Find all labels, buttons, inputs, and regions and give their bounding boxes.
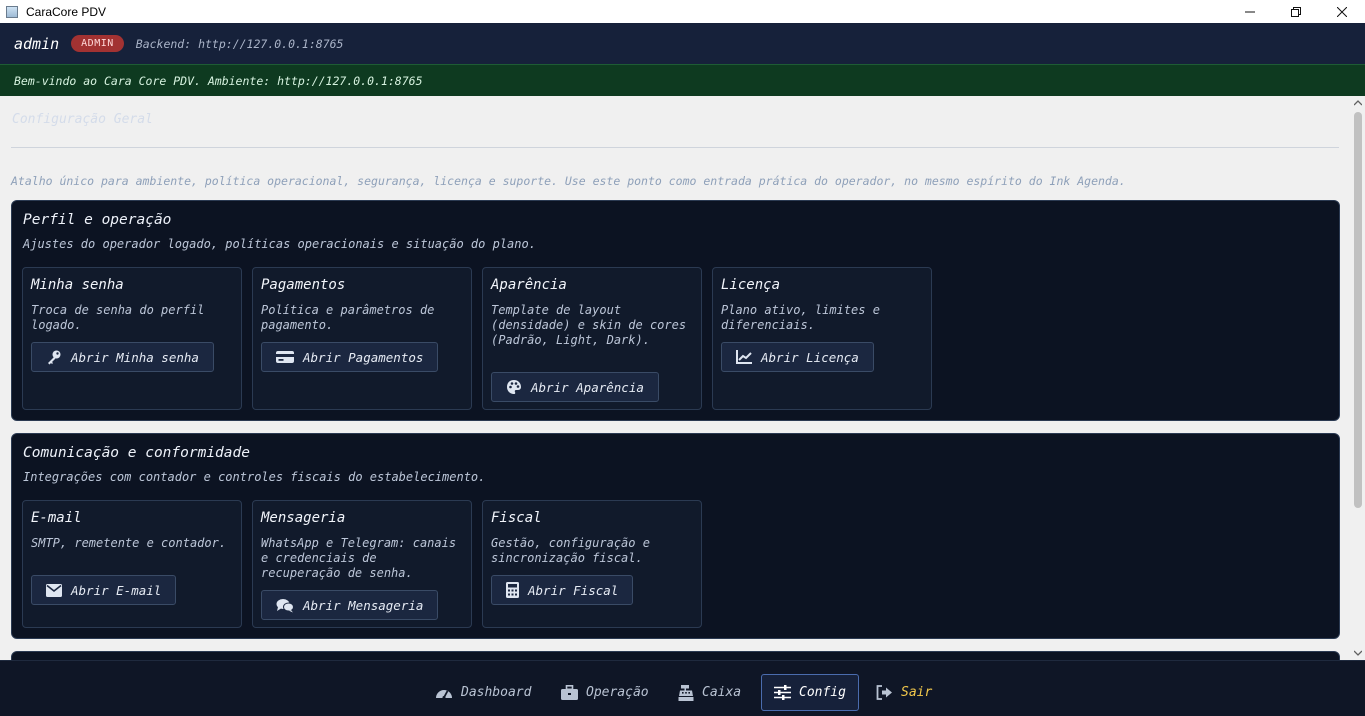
nav-dashboard[interactable]: Dashboard: [423, 674, 543, 711]
card-description: SMTP, remetente e contador.: [31, 536, 227, 550]
nav-label: Config: [799, 685, 846, 700]
button-label: Abrir Fiscal: [528, 582, 619, 598]
open-aparencia-button[interactable]: Abrir Aparência: [491, 372, 659, 402]
section-description: Integrações com contador e controles fis…: [23, 470, 486, 484]
scroll-up-icon: [1354, 100, 1362, 106]
close-icon: [1337, 6, 1347, 17]
button-label: Abrir Aparência: [531, 379, 644, 395]
card-title: Pagamentos: [261, 277, 346, 293]
scroll-down-icon: [1354, 650, 1362, 656]
user-name: admin: [14, 34, 60, 53]
button-label: Abrir Pagamentos: [303, 349, 424, 365]
backend-url: Backend: http://127.0.0.1:8765: [135, 36, 344, 51]
section-comunicacao-conformidade: Comunicação e conformidade Integrações c…: [11, 433, 1340, 639]
cash-register-icon: [678, 684, 694, 701]
open-mensageria-button[interactable]: Abrir Mensageria: [261, 590, 439, 620]
open-minha-senha-button[interactable]: Abrir Minha senha: [31, 342, 214, 372]
key-icon: [48, 350, 61, 365]
page-title: Configuração Geral: [12, 112, 153, 127]
palette-icon: [507, 380, 521, 394]
card-description: Plano ativo, limites e diferenciais.: [721, 303, 880, 332]
divider: [11, 147, 1339, 148]
card-aparencia: Aparência Template de layout (densidade)…: [482, 267, 702, 410]
briefcase-icon: [561, 685, 578, 700]
envelope-icon: [46, 583, 62, 597]
nav-caixa[interactable]: Caixa: [666, 674, 753, 711]
nav-sair[interactable]: Sair: [864, 674, 944, 711]
card-title: Licença: [721, 277, 781, 293]
chart-line-icon: [736, 350, 752, 364]
window-titlebar: CaraCore PDV: [0, 0, 1365, 23]
restore-button[interactable]: [1273, 0, 1319, 23]
sliders-icon: [774, 685, 791, 700]
comments-icon: [276, 598, 294, 612]
window-title: CaraCore PDV: [26, 4, 107, 19]
content-scrollbar[interactable]: [1351, 96, 1365, 660]
app-header: admin ADMIN Backend: http://127.0.0.1:87…: [0, 23, 1365, 64]
role-badge: ADMIN: [71, 35, 124, 52]
button-label: Abrir Mensageria: [303, 597, 424, 613]
nav-label: Caixa: [702, 685, 742, 700]
close-button[interactable]: [1319, 0, 1365, 23]
welcome-banner: Bem-vindo ao Cara Core PDV. Ambiente: ht…: [0, 64, 1365, 96]
nav-label: Operação: [586, 685, 649, 700]
open-email-button[interactable]: Abrir E-mail: [31, 575, 177, 605]
section-description: Ajustes do operador logado, políticas op…: [23, 237, 536, 251]
card-title: Minha senha: [31, 277, 124, 293]
nav-label: Sair: [901, 685, 933, 700]
card-email: E-mail SMTP, remetente e contador. Abrir…: [22, 500, 242, 628]
card-licenca: Licença Plano ativo, limites e diferenci…: [712, 267, 932, 410]
card-description: Troca de senha do perfil logado.: [31, 303, 205, 332]
app-icon: [6, 5, 18, 18]
section-next: [11, 651, 1340, 660]
card-title: Fiscal: [491, 510, 542, 526]
credit-card-icon: [276, 351, 294, 363]
card-mensageria: Mensageria WhatsApp e Telegram: canais e…: [252, 500, 472, 628]
card-title: E-mail: [31, 510, 82, 526]
card-description: Gestão, configuração e sincronização fis…: [491, 536, 650, 565]
nav-operacao[interactable]: Operação: [549, 674, 661, 711]
section-perfil-operacao: Perfil e operação Ajustes do operador lo…: [11, 200, 1340, 421]
main-content: Configuração Geral Atalho único para amb…: [0, 96, 1351, 660]
nav-label: Dashboard: [461, 685, 532, 700]
card-minha-senha: Minha senha Troca de senha do perfil log…: [22, 267, 242, 410]
open-licenca-button[interactable]: Abrir Licença: [721, 342, 874, 372]
section-title: Perfil e operação: [23, 212, 172, 228]
nav-config[interactable]: Config: [761, 674, 859, 711]
section-title: Comunicação e conformidade: [23, 445, 250, 461]
restore-icon: [1291, 6, 1301, 17]
button-label: Abrir Minha senha: [71, 349, 199, 365]
page-intro: Atalho único para ambiente, política ope…: [11, 174, 1126, 188]
button-label: Abrir E-mail: [71, 582, 162, 598]
card-description: WhatsApp e Telegram: canais e credenciai…: [261, 536, 457, 580]
card-pagamentos: Pagamentos Política e parâmetros de paga…: [252, 267, 472, 410]
card-description: Política e parâmetros de pagamento.: [261, 303, 435, 332]
minimize-button[interactable]: [1227, 0, 1273, 23]
gauge-icon: [436, 690, 452, 699]
scrollbar-thumb[interactable]: [1354, 112, 1362, 508]
open-pagamentos-button[interactable]: Abrir Pagamentos: [261, 342, 439, 372]
sign-out-icon: [876, 685, 892, 700]
card-title: Aparência: [491, 277, 567, 293]
open-fiscal-button[interactable]: Abrir Fiscal: [491, 575, 634, 605]
minimize-icon: [1245, 11, 1255, 12]
bottom-nav: Dashboard Operação Caixa Config Sair: [0, 660, 1365, 716]
card-title: Mensageria: [261, 510, 346, 526]
button-label: Abrir Licença: [761, 349, 859, 365]
card-description: Template de layout (densidade) e skin de…: [491, 303, 687, 347]
calculator-icon: [506, 582, 519, 598]
card-fiscal: Fiscal Gestão, configuração e sincroniza…: [482, 500, 702, 628]
